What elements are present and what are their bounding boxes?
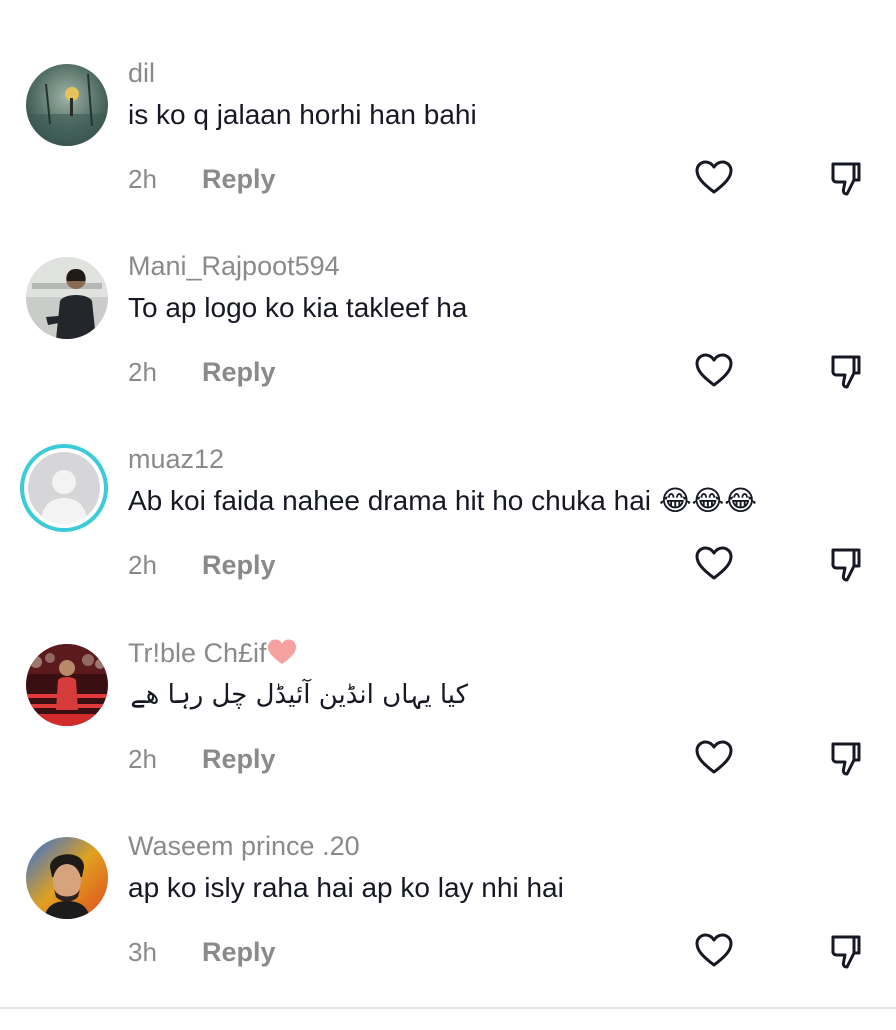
comment-username[interactable]: Mani_Rajpoot594: [128, 249, 340, 283]
heart-outline-icon: [695, 353, 733, 387]
reply-button[interactable]: Reply: [202, 548, 276, 582]
avatar[interactable]: [26, 644, 108, 726]
comment-text: کیا یہاں انڈین آئیڈل چل رہا ھے: [130, 680, 468, 710]
thumbs-down-outline-icon: [831, 548, 861, 582]
comment-text: Ab koi faida nahee drama hit ho chuka ha…: [128, 483, 757, 519]
comment-username[interactable]: Tr!ble Ch£if: [128, 636, 297, 670]
comment-item: Waseem prince .20 ap ko isly raha hai ap…: [0, 831, 896, 1030]
dislike-button[interactable]: [828, 544, 868, 584]
like-button[interactable]: [694, 738, 734, 778]
heart-emoji: [267, 638, 297, 666]
heart-outline-icon: [695, 160, 733, 194]
laughing-emoji: 😂😂😂: [658, 484, 757, 517]
comment-time: 2h: [128, 164, 157, 194]
comment-username-text: Tr!ble Ch£if: [128, 638, 267, 668]
comment-text-body: Ab koi faida nahee drama hit ho chuka ha…: [128, 485, 652, 516]
reply-button[interactable]: Reply: [202, 742, 276, 776]
avatar[interactable]: [26, 837, 108, 919]
comment-username[interactable]: muaz12: [128, 442, 224, 476]
thumbs-down-outline-icon: [831, 162, 861, 196]
heart-outline-icon: [695, 546, 733, 580]
comment-time: 3h: [128, 937, 157, 967]
like-button[interactable]: [694, 931, 734, 971]
bottom-divider: [0, 1007, 896, 1009]
like-button[interactable]: [694, 544, 734, 584]
avatar[interactable]: [26, 257, 108, 339]
comment-item: Mani_Rajpoot594 To ap logo ko kia taklee…: [0, 251, 896, 450]
dislike-button[interactable]: [828, 738, 868, 778]
reply-button[interactable]: Reply: [202, 935, 276, 969]
dislike-button[interactable]: [828, 158, 868, 198]
heart-outline-icon: [695, 740, 733, 774]
comment-text: To ap logo ko kia takleef ha: [128, 292, 468, 323]
comment-time: 2h: [128, 550, 157, 580]
comment-item: muaz12 Ab koi faida nahee drama hit ho c…: [0, 444, 896, 643]
avatar[interactable]: [26, 64, 108, 146]
thumbs-down-outline-icon: [831, 355, 861, 389]
reply-button[interactable]: Reply: [202, 355, 276, 389]
comment-time: 2h: [128, 744, 157, 774]
comment-username[interactable]: Waseem prince .20: [128, 829, 360, 863]
like-button[interactable]: [694, 158, 734, 198]
thumbs-down-outline-icon: [831, 935, 861, 969]
comment-time: 2h: [128, 357, 157, 387]
thumbs-down-outline-icon: [831, 742, 861, 776]
comment-item: Tr!ble Ch£if کیا یہاں انڈین آئیڈل چل رہا…: [0, 638, 896, 837]
like-button[interactable]: [694, 351, 734, 391]
heart-outline-icon: [695, 933, 733, 967]
comment-item: dil is ko q jalaan horhi han bahi 2h Rep…: [0, 58, 896, 257]
comment-username[interactable]: dil: [128, 56, 155, 90]
dislike-button[interactable]: [828, 931, 868, 971]
dislike-button[interactable]: [828, 351, 868, 391]
avatar[interactable]: [20, 444, 108, 532]
comment-text: ap ko isly raha hai ap ko lay nhi hai: [128, 872, 564, 903]
default-avatar-icon: [28, 452, 100, 524]
comment-text: is ko q jalaan horhi han bahi: [128, 99, 477, 130]
reply-button[interactable]: Reply: [202, 162, 276, 196]
